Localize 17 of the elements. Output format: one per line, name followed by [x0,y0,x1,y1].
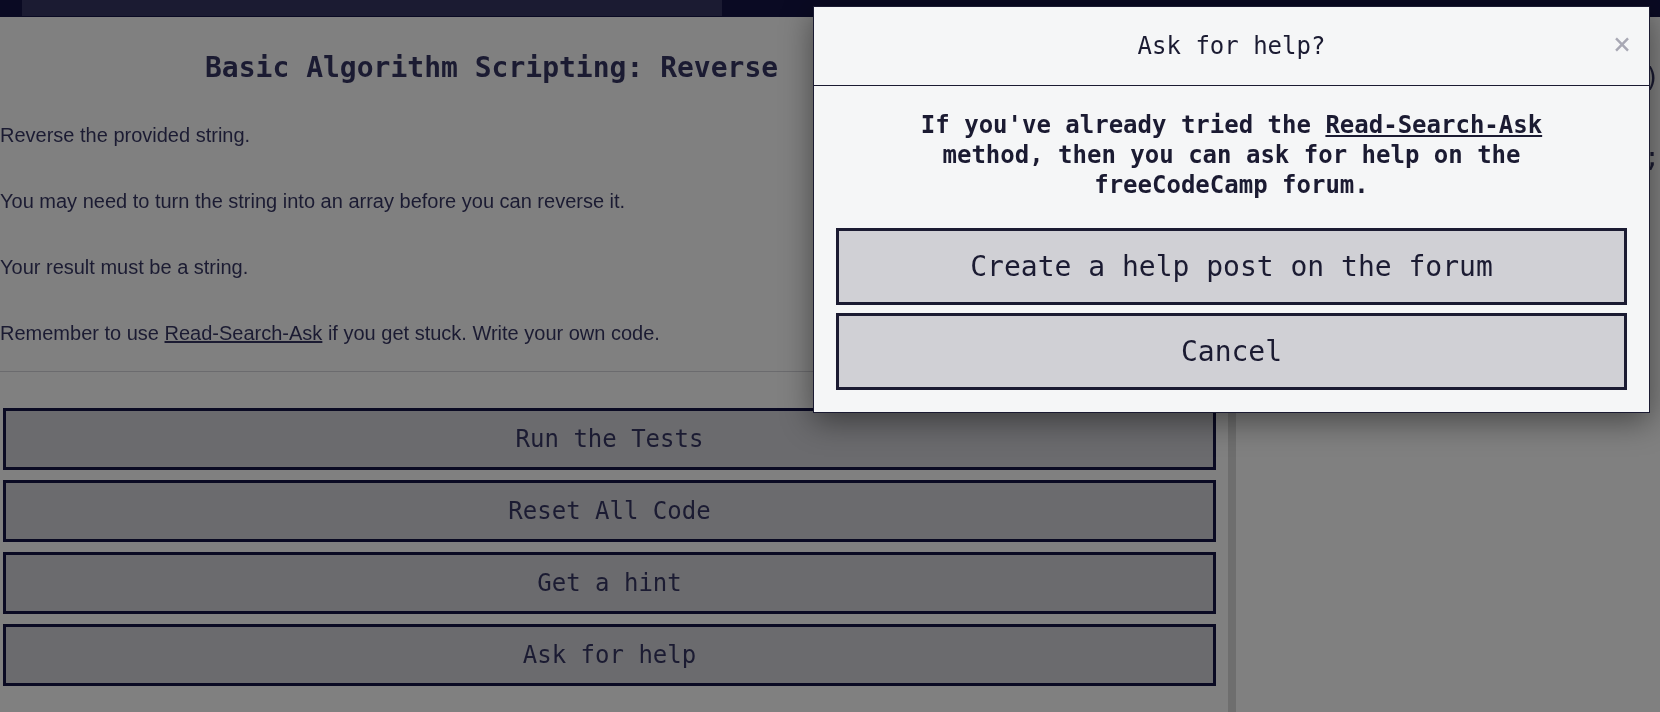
dialog-message: If you've already tried the Read-Search-Ask method, then you can ask for help on the freeCodeCamp forum. [919,110,1544,201]
dialog-button[interactable]: Cancel [836,313,1627,390]
challenge-button[interactable]: Reset All Code [3,480,1216,542]
code-fragment: ; [1644,142,1660,172]
read-search-ask-link[interactable]: Read-Search-Ask [164,322,323,344]
instruction-text: Your result must be a string. [0,255,249,280]
dialog-button[interactable]: Create a help post on the forum [836,228,1627,305]
close-button[interactable]: × [1612,29,1631,59]
dialog-title: Ask for help? [1137,31,1326,62]
instruction-text: Reverse the provided string. [0,123,251,148]
challenge-title: Basic Algorithm Scripting: Reverse [204,50,780,86]
challenge-button[interactable]: Run the Tests [3,408,1216,470]
instruction-text: You may need to turn the string into an array before you can reverse it. [0,189,626,214]
read-search-ask-link[interactable]: Read-Search-Ask [1325,111,1543,139]
instruction-text: Remember to use Read-Search-Ask if you get stuck. Write your own code. [0,321,660,346]
challenge-button[interactable]: Ask for help [3,624,1216,686]
challenge-button[interactable]: Get a hint [3,552,1216,614]
